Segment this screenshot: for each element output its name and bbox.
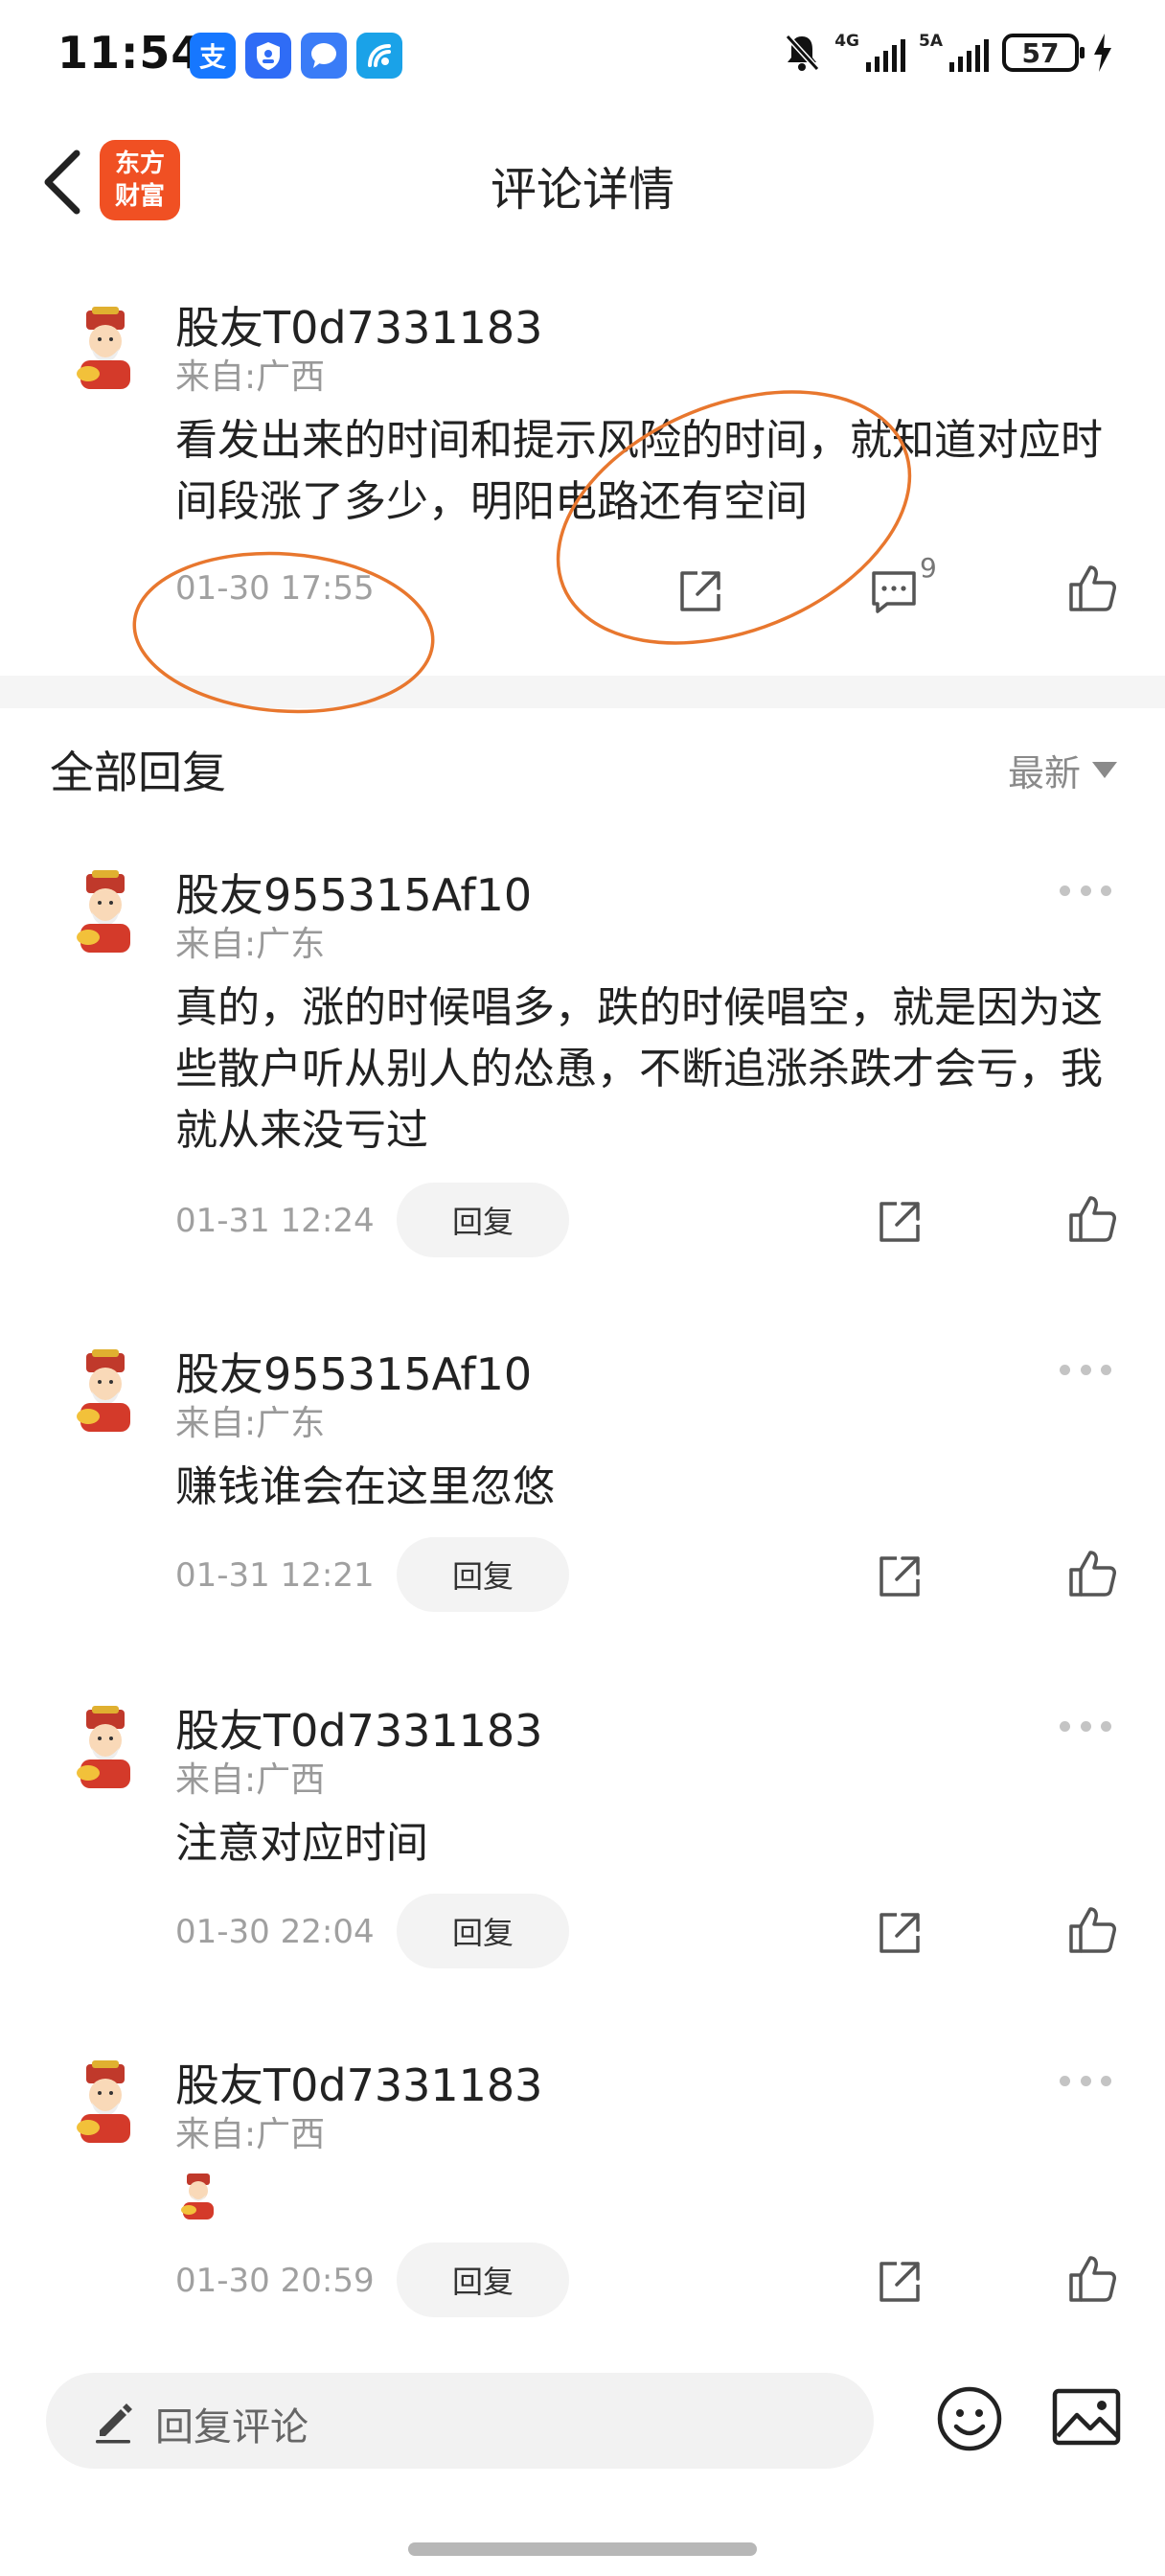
like-icon[interactable] [1067,1194,1117,1244]
avatar[interactable] [67,1349,144,1438]
avatar[interactable] [67,307,144,395]
sort-label: 最新 [1007,752,1081,794]
page-title: 评论详情 [490,163,674,217]
image-icon[interactable] [1052,2388,1121,2446]
comment-content: 看发出来的时间和提示风险的时间，就知道对应时间段涨了多少，明阳电路还有空间 [175,416,1103,526]
chat-app-icon [301,33,347,79]
reply-author[interactable]: 股友T0d7331183 [175,1696,542,1760]
charging-icon [1094,34,1111,72]
reply-author[interactable]: 股友955315Af10 [175,861,532,924]
like-icon[interactable] [1067,564,1117,613]
comment-time: 01-30 17:55 [175,569,375,608]
reply-location: 来自:广东 [175,925,326,964]
signal-5g-icon: 5A [919,34,989,72]
reply-button[interactable]: 回复 [397,1537,569,1612]
reply-author[interactable]: 股友955315Af10 [175,1340,532,1403]
sort-arrow-icon [1092,762,1117,778]
reply-author[interactable]: 股友T0d7331183 [175,2051,542,2114]
reply-content: 真的，涨的时候唱多，跌的时候唱空，就是因为这些散户听从别人的怂恿，不断追涨杀跌才… [175,983,1103,1155]
like-icon[interactable] [1067,1549,1117,1598]
like-icon[interactable] [1067,1905,1117,1955]
more-options-icon[interactable] [1060,886,1111,899]
reply-placeholder: 回复评论 [155,2405,308,2450]
replies-section-title: 全部回复 [50,747,226,798]
reply-button[interactable]: 回复 [397,1183,569,1257]
reply-button[interactable]: 回复 [397,2242,569,2317]
reply-count: 9 [920,552,937,584]
status-bar: 11:54 支 4G 5A 57 [0,0,1165,113]
reply-location: 来自:广东 [175,1404,326,1443]
reply-time: 01-30 22:04 [175,1913,375,1951]
pencil-icon [96,2404,132,2444]
status-time: 11:54 [57,27,203,79]
section-divider [0,676,1165,708]
avatar[interactable] [67,2060,144,2149]
reply-content: 赚钱谁会在这里忽悠 [175,1462,555,1511]
reply-location: 来自:广西 [175,2115,326,2154]
emoji-icon[interactable] [935,2384,1004,2453]
avatar[interactable] [67,870,144,958]
share-icon[interactable] [876,2258,924,2306]
reply-comment-input[interactable]: 回复评论 [46,2373,874,2469]
home-indicator[interactable] [408,2542,757,2556]
reply-time: 01-30 20:59 [175,2262,375,2300]
share-icon[interactable] [876,1198,924,1246]
comment-location: 来自:广西 [175,357,326,397]
battery-indicator: 57 [1002,34,1085,72]
more-options-icon[interactable] [1060,1721,1111,1735]
signal-4g-icon: 4G [834,34,905,72]
comment-author[interactable]: 股友T0d7331183 [175,293,542,356]
signal-app-icon [356,33,402,79]
shield-app-icon [245,33,291,79]
avatar[interactable] [67,1706,144,1794]
reply-button[interactable]: 回复 [397,1894,569,1968]
reply-time: 01-31 12:21 [175,1556,375,1595]
share-icon[interactable] [676,567,724,615]
reply-content: 注意对应时间 [175,1819,428,1868]
status-app-icons: 支 [190,33,402,79]
reply-location: 来自:广西 [175,1760,326,1800]
share-icon[interactable] [876,1909,924,1957]
more-options-icon[interactable] [1060,2076,1111,2089]
comment-icon[interactable] [870,567,918,615]
more-options-icon[interactable] [1060,1365,1111,1378]
alipay-icon: 支 [190,33,236,79]
bell-muted-icon [785,34,820,72]
sort-dropdown[interactable]: 最新 [1008,744,1117,796]
reply-time: 01-31 12:24 [175,1202,375,1240]
share-icon[interactable] [876,1552,924,1600]
like-icon[interactable] [1067,2254,1117,2304]
fortune-god-emoji [181,2174,214,2220]
status-right: 4G 5A 57 [783,33,1113,73]
